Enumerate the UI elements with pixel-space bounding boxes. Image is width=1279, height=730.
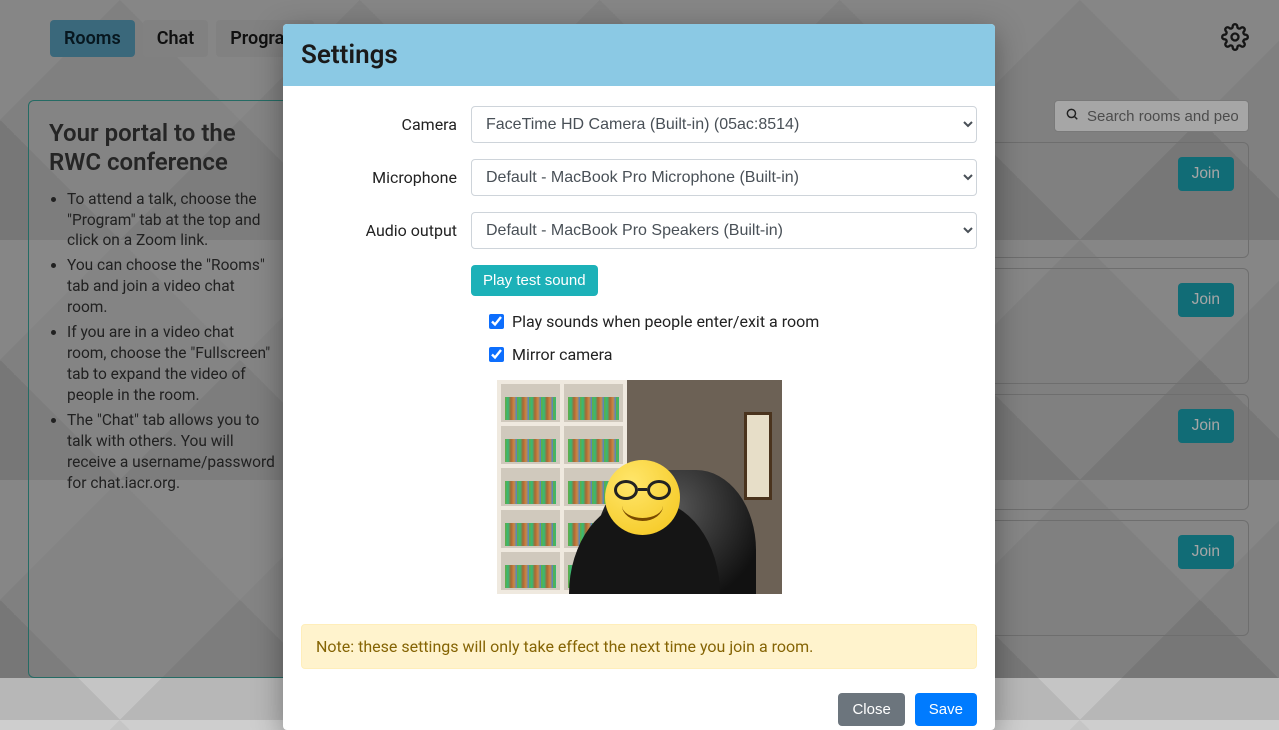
settings-note: Note: these settings will only take effe… — [301, 624, 977, 669]
camera-preview — [497, 380, 782, 594]
close-button[interactable]: Close — [838, 693, 904, 726]
play-sounds-checkbox[interactable] — [489, 314, 504, 329]
play-sounds-label: Play sounds when people enter/exit a roo… — [512, 312, 819, 331]
save-button[interactable]: Save — [915, 693, 977, 726]
audio-output-select[interactable]: Default - MacBook Pro Speakers (Built-in… — [471, 212, 977, 249]
settings-modal: Settings Camera FaceTime HD Camera (Buil… — [283, 24, 995, 730]
audio-output-label: Audio output — [301, 221, 471, 240]
play-test-sound-button[interactable]: Play test sound — [471, 265, 598, 296]
microphone-select[interactable]: Default - MacBook Pro Microphone (Built-… — [471, 159, 977, 196]
microphone-label: Microphone — [301, 168, 471, 187]
camera-select[interactable]: FaceTime HD Camera (Built-in) (05ac:8514… — [471, 106, 977, 143]
mirror-camera-checkbox[interactable] — [489, 347, 504, 362]
camera-label: Camera — [301, 115, 471, 134]
emoji-face-icon — [605, 460, 680, 535]
modal-title: Settings — [283, 24, 995, 86]
mirror-camera-label: Mirror camera — [512, 345, 612, 364]
